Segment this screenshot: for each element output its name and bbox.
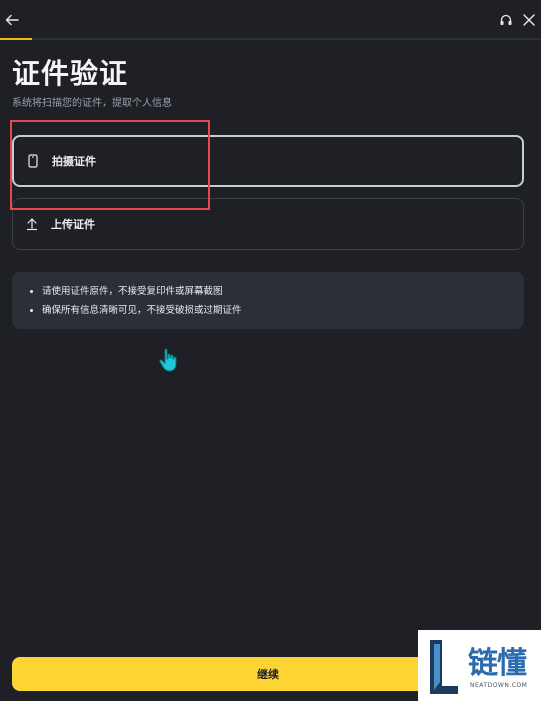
progress-bar xyxy=(0,38,33,40)
close-icon xyxy=(523,14,535,26)
progress-track xyxy=(0,38,541,40)
upload-icon xyxy=(24,216,40,232)
page-subtitle: 系统将扫描您的证件，提取个人信息 xyxy=(12,98,172,109)
back-button[interactable] xyxy=(2,10,22,30)
hand-cursor-icon xyxy=(159,348,177,372)
upload-document-option[interactable]: 上传证件 xyxy=(12,198,524,250)
phone-icon xyxy=(25,153,41,169)
watermark-logo-icon xyxy=(426,636,462,698)
watermark: 链懂 NEATDOWN.COM xyxy=(418,630,541,701)
watermark-subtext: NEATDOWN.COM xyxy=(470,682,528,689)
support-button[interactable] xyxy=(496,10,516,30)
watermark-text: 链懂 xyxy=(468,646,527,681)
notice-item: 请使用证件原件，不接受复印件或屏幕截图 xyxy=(30,282,524,301)
page-title: 证件验证 xyxy=(12,57,129,90)
headset-icon xyxy=(500,14,512,25)
capture-document-option[interactable]: 拍摄证件 xyxy=(12,135,524,187)
notice-panel: 请使用证件原件，不接受复印件或屏幕截图 确保所有信息清晰可见，不接受破损或过期证… xyxy=(12,272,524,329)
top-bar xyxy=(0,0,541,40)
notice-item: 确保所有信息清晰可见，不接受破损或过期证件 xyxy=(30,301,524,320)
option-label: 拍摄证件 xyxy=(52,155,96,168)
option-label: 上传证件 xyxy=(51,218,95,231)
arrow-left-icon xyxy=(5,14,19,26)
close-button[interactable] xyxy=(519,10,539,30)
